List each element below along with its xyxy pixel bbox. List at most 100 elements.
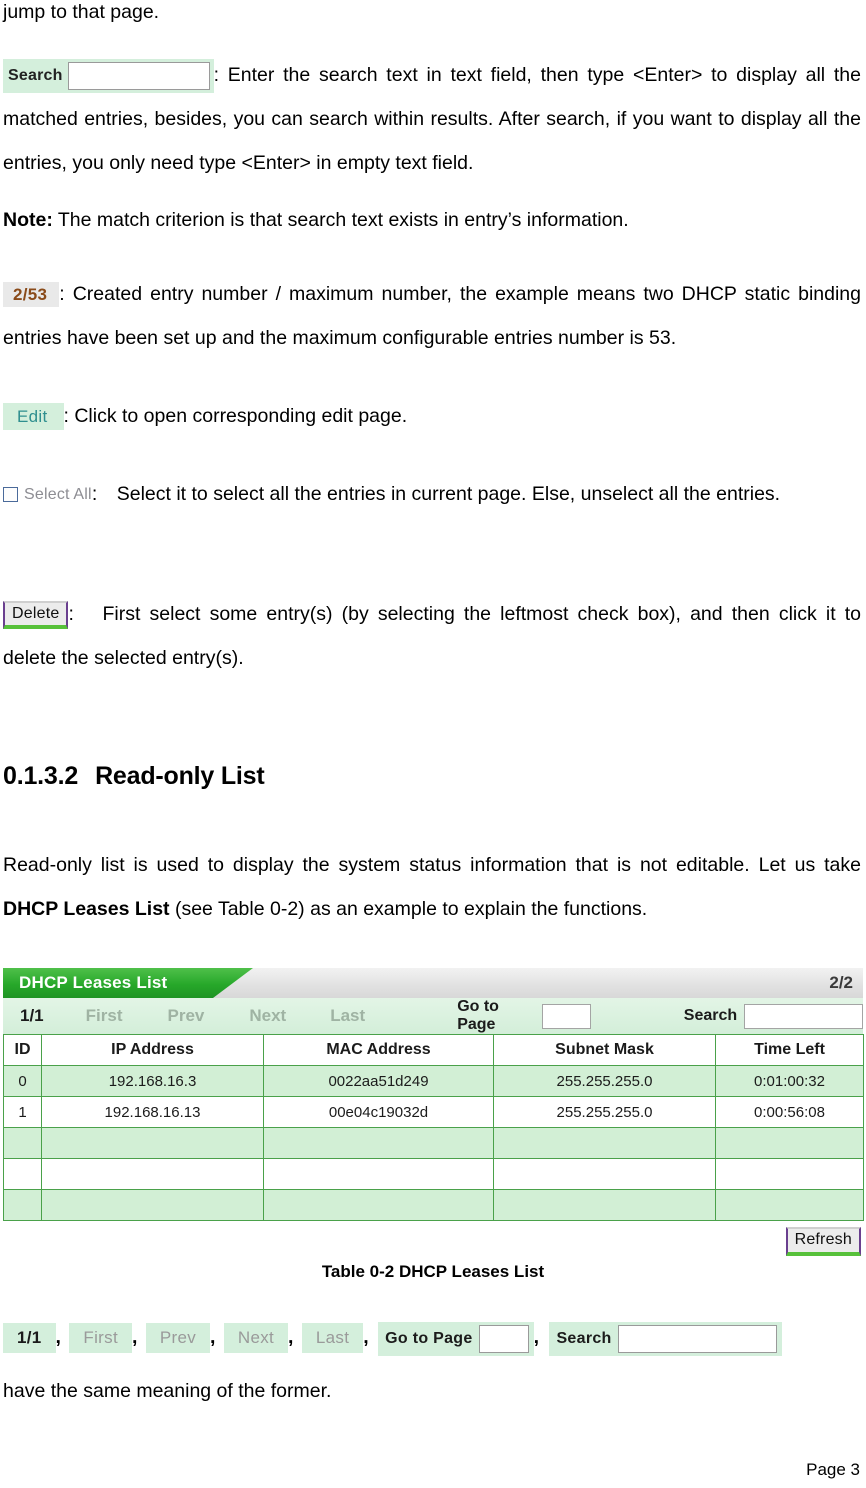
- legend-first-button[interactable]: First: [69, 1323, 132, 1353]
- legend-go-to-page-label: Go to Page: [385, 1330, 473, 1347]
- counter-widget-block: 2/53: Created entry number / maximum num…: [3, 272, 861, 360]
- cell-mac: [263, 1158, 494, 1190]
- toolbar-search-label: Search: [683, 1007, 738, 1024]
- note-text: The match criterion is that search text …: [52, 209, 629, 231]
- cell-mask: [493, 1189, 716, 1221]
- toolbar-current-page: 1/1: [20, 1006, 44, 1025]
- cell-ip: [41, 1158, 264, 1190]
- edit-button[interactable]: Edit: [3, 403, 64, 431]
- table-row: 1 192.168.16.13 00e04c19032d 255.255.255…: [3, 1096, 864, 1128]
- search-widget[interactable]: Search: [3, 58, 214, 93]
- toolbar-go-to-page-label: Go to Page: [457, 998, 499, 1033]
- cell-time: 0:01:00:32: [715, 1065, 864, 1097]
- edit-widget-description: : Click to open corresponding edit page.: [63, 405, 408, 427]
- cell-id: [3, 1127, 42, 1159]
- legend-separator: ,: [210, 1326, 216, 1348]
- delete-description: : First select some entry(s) (by selecti…: [3, 603, 861, 669]
- legend-last-button[interactable]: Last: [301, 1323, 364, 1353]
- page-footer: Page 3: [806, 1460, 860, 1479]
- toolbar-search-input[interactable]: [744, 1003, 864, 1029]
- cell-id: 0: [3, 1065, 42, 1097]
- table-header-row: ID IP Address MAC Address Subnet Mask Ti…: [3, 1034, 864, 1066]
- cell-id: 1: [3, 1096, 42, 1128]
- panel-page-indicator: 2/2: [829, 973, 853, 992]
- table-row: [3, 1127, 864, 1159]
- section-title: Read-only List: [95, 762, 265, 790]
- legend-go-to-page-input[interactable]: [478, 1325, 529, 1353]
- legend-search-input[interactable]: [617, 1325, 777, 1353]
- cell-ip: [41, 1189, 264, 1221]
- cell-ip: [41, 1127, 264, 1159]
- cell-mask: [493, 1158, 716, 1190]
- legend-current-page: 1/1: [3, 1323, 56, 1353]
- toolbar-last-button[interactable]: Last: [330, 1006, 365, 1026]
- intro-line: jump to that page.: [3, 1, 160, 23]
- toolbar-next-button[interactable]: Next: [249, 1006, 286, 1026]
- cell-ip: 192.168.16.13: [41, 1096, 264, 1128]
- cell-mac: 0022aa51d249: [263, 1065, 494, 1097]
- legend-go-to-page-widget[interactable]: Go to Page: [378, 1322, 534, 1356]
- document-page: jump to that page. Search: Enter the sea…: [0, 0, 866, 1488]
- cell-time: 0:00:56:08: [715, 1096, 864, 1128]
- leases-table: ID IP Address MAC Address Subnet Mask Ti…: [3, 1034, 864, 1221]
- column-header-id: ID: [3, 1034, 42, 1066]
- cell-time: [715, 1158, 864, 1190]
- delete-block: Delete: First select some entry(s) (by s…: [3, 592, 861, 680]
- toolbar-prev-button[interactable]: Prev: [167, 1006, 204, 1026]
- select-all-label: Select All: [24, 485, 92, 503]
- legend-separator: ,: [55, 1326, 61, 1348]
- search-widget-block: Search: Enter the search text in text fi…: [3, 53, 861, 185]
- toolbar-go-to-page-input[interactable]: [541, 1003, 591, 1029]
- section-number: 0.1.3.2: [3, 762, 79, 790]
- legend-next-button[interactable]: Next: [223, 1323, 289, 1353]
- legend-separator: ,: [131, 1326, 138, 1348]
- note-label: Note:: [3, 209, 53, 231]
- edit-widget-block: Edit: Click to open corresponding edit p…: [3, 394, 861, 438]
- cell-mac: [263, 1127, 494, 1159]
- dhcp-leases-list-screenshot: DHCP Leases List 2/2 1/1 First Prev Next…: [3, 968, 864, 1261]
- counter-widget-description: : Created entry number / maximum number,…: [3, 283, 861, 349]
- panel-footer: Refresh: [3, 1221, 863, 1261]
- cell-mask: [493, 1127, 716, 1159]
- legend-separator: ,: [533, 1326, 539, 1348]
- table-row: [3, 1189, 864, 1221]
- body-paragraph: Read-only list is used to display the sy…: [3, 843, 861, 931]
- cell-mac: 00e04c19032d: [263, 1096, 494, 1128]
- section-heading: 0.1.3.2 Read-only List: [3, 762, 265, 791]
- cell-time: [715, 1127, 864, 1159]
- legend-prev-button[interactable]: Prev: [145, 1323, 210, 1353]
- delete-button[interactable]: Delete: [3, 600, 69, 630]
- cell-mask: 255.255.255.0: [493, 1065, 716, 1097]
- toolbar-first-button[interactable]: First: [86, 1006, 123, 1026]
- select-all-description: : Select it to select all the entries in…: [91, 483, 781, 505]
- refresh-button[interactable]: Refresh: [785, 1227, 861, 1256]
- select-all-block: Select All: Select it to select all the …: [3, 472, 861, 516]
- closing-line: have the same meaning of the former.: [3, 1380, 332, 1402]
- cell-ip: 192.168.16.3: [41, 1065, 264, 1097]
- select-all-checkbox-icon[interactable]: [3, 487, 18, 503]
- entry-counter-badge: 2/53: [3, 282, 60, 308]
- column-header-ip-address: IP Address: [41, 1034, 264, 1066]
- legend-chip-row: 1/1, First, Prev, Next, Last, Go to Page…: [3, 1322, 863, 1356]
- cell-time: [715, 1189, 864, 1221]
- legend-separator: ,: [363, 1326, 369, 1348]
- column-header-time-left: Time Left: [715, 1034, 864, 1066]
- search-input[interactable]: [67, 61, 210, 90]
- column-header-mac-address: MAC Address: [263, 1034, 494, 1066]
- cell-id: [3, 1189, 42, 1221]
- cell-mac: [263, 1189, 494, 1221]
- table-row: [3, 1158, 864, 1190]
- cell-mask: 255.255.255.0: [493, 1096, 716, 1128]
- legend-separator: ,: [288, 1326, 294, 1348]
- body-bold-term: DHCP Leases List: [3, 898, 170, 920]
- column-header-subnet-mask: Subnet Mask: [493, 1034, 716, 1066]
- search-widget-label: Search: [8, 66, 63, 84]
- table-caption: Table 0-2 DHCP Leases List: [321, 1262, 545, 1281]
- select-all-widget[interactable]: Select All: [3, 485, 92, 503]
- table-row: 0 192.168.16.3 0022aa51d249 255.255.255.…: [3, 1065, 864, 1097]
- panel-title-tab: DHCP Leases List: [3, 968, 253, 998]
- screenshot-titlebar: DHCP Leases List 2/2: [3, 968, 863, 998]
- body-part-1: Read-only list is used to display the sy…: [3, 854, 861, 876]
- legend-search-widget[interactable]: Search: [549, 1322, 782, 1356]
- note-line: Note: The match criterion is that search…: [3, 198, 629, 242]
